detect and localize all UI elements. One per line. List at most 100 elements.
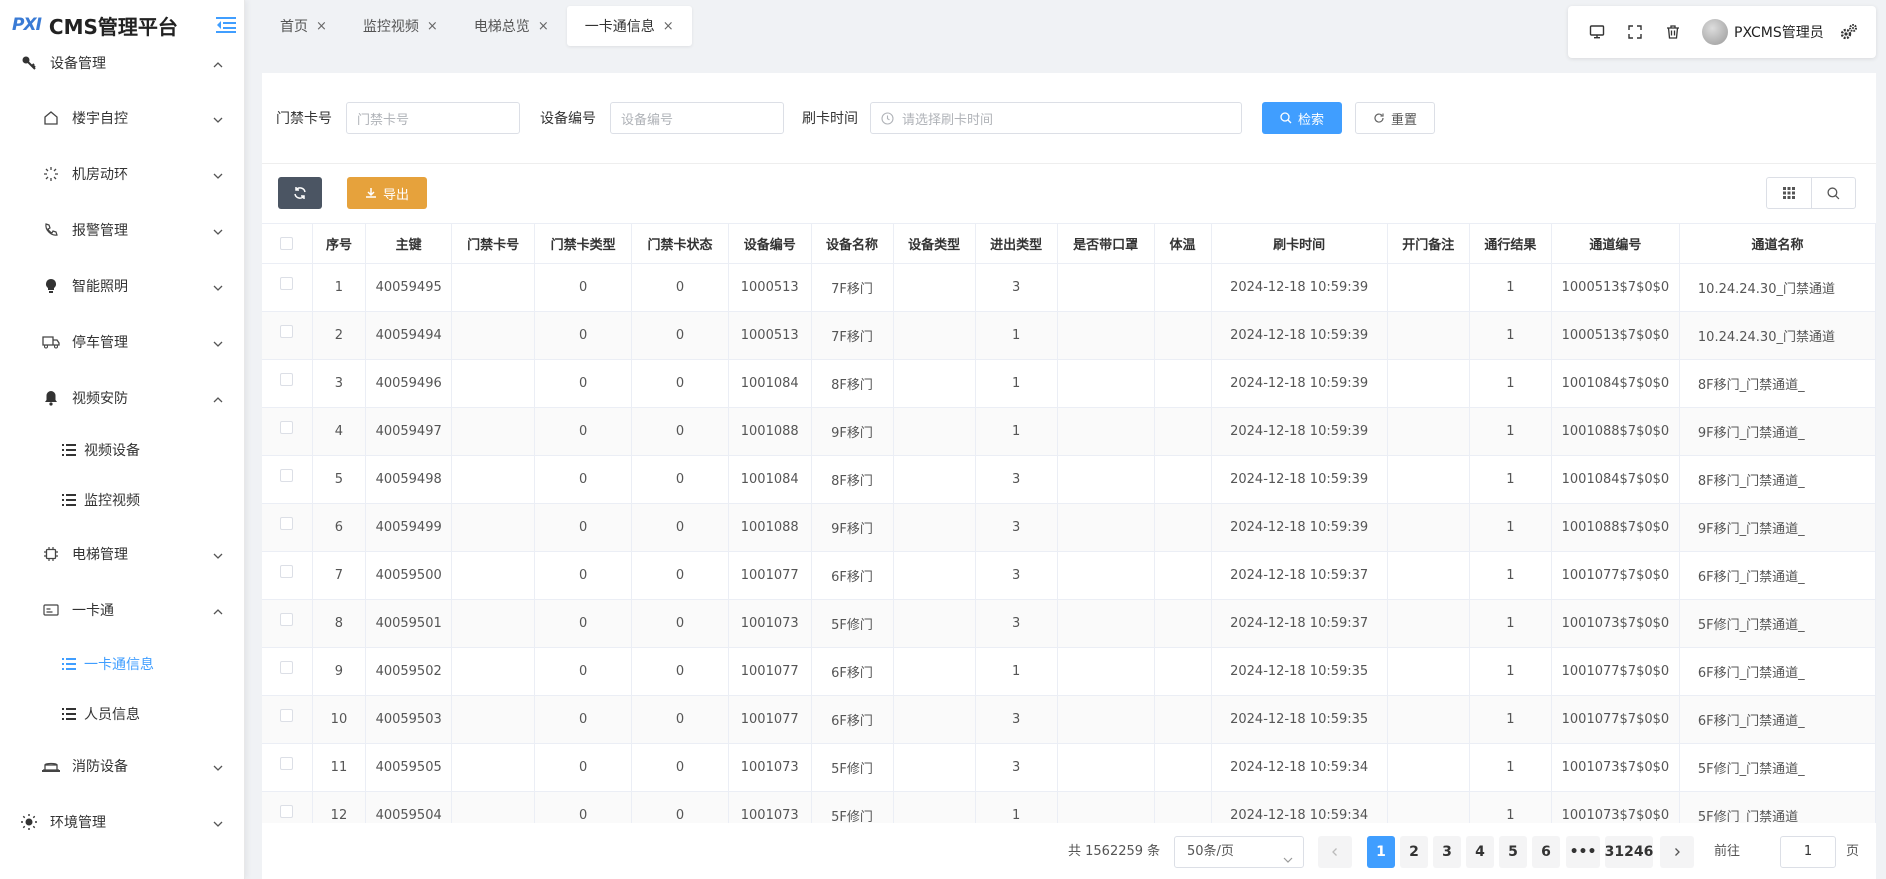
table-cell <box>1154 407 1212 456</box>
table-cell: 1 <box>1469 407 1552 456</box>
table-row[interactable]: 6 40059499 0 0 1001088 9F移门 3 2024-12-18 10:59:… <box>262 503 1876 552</box>
table-row[interactable]: 12 40059504 0 0 1001073 5F修门 1 2024-12-18 10:59… <box>262 791 1876 823</box>
close-icon[interactable]: × <box>663 19 674 34</box>
sidebar-item-6[interactable]: 视频安防 <box>0 380 244 416</box>
table-row[interactable]: 3 40059496 0 0 1001084 8F移门 1 2024-12-18 10:59:… <box>262 359 1876 408</box>
table-cell: 1001088 <box>728 407 812 456</box>
monitor-icon[interactable] <box>1586 21 1608 43</box>
sidebar-item-9[interactable]: 电梯管理 <box>0 536 244 572</box>
sidebar-item-8[interactable]: 监控视频 <box>0 484 244 516</box>
sidebar-item-7[interactable]: 视频设备 <box>0 434 244 466</box>
table-cell: 40059505 <box>365 743 453 792</box>
close-icon[interactable]: × <box>316 19 327 34</box>
table-cell <box>451 263 536 312</box>
table-cell: 0 <box>631 455 729 504</box>
avatar[interactable] <box>1702 19 1728 45</box>
table-row[interactable]: 11 40059505 0 0 1001073 5F修门 3 2024-12-18 10:59… <box>262 743 1876 792</box>
table-cell: 1 <box>1469 791 1552 823</box>
row-checkbox[interactable] <box>262 743 313 792</box>
collapse-menu-icon[interactable] <box>216 16 236 34</box>
table-cell: 0 <box>534 647 633 696</box>
page-button[interactable]: 5 <box>1499 836 1527 868</box>
sidebar-item-3[interactable]: 报警管理 <box>0 212 244 248</box>
search-toggle-icon[interactable] <box>1810 178 1855 208</box>
columns-icon[interactable] <box>1767 178 1811 208</box>
table-cell: 2024-12-18 10:59:34 <box>1211 743 1388 792</box>
refresh-button[interactable] <box>278 177 322 209</box>
table-row[interactable]: 5 40059498 0 0 1001084 8F移门 3 2024-12-18 10:59:… <box>262 455 1876 504</box>
time-picker[interactable]: 请选择刷卡时间 <box>870 102 1242 134</box>
sidebar-item-10[interactable]: 一卡通 <box>0 592 244 628</box>
user-name[interactable]: PXCMS管理员 <box>1734 22 1824 42</box>
next-page-button[interactable] <box>1660 836 1694 868</box>
table-cell: 40059501 <box>365 599 453 648</box>
row-checkbox[interactable] <box>262 599 313 648</box>
sidebar-item-4[interactable]: 智能照明 <box>0 268 244 304</box>
sidebar-item-12[interactable]: 人员信息 <box>0 698 244 730</box>
row-checkbox[interactable] <box>262 407 313 456</box>
search-button[interactable]: 检索 <box>1262 102 1342 134</box>
table-row[interactable]: 8 40059501 0 0 1001073 5F修门 3 2024-12-18 10:59:… <box>262 599 1876 648</box>
table-row[interactable]: 2 40059494 0 0 1000513 7F移门 1 2024-12-18 10:59:… <box>262 311 1876 360</box>
reset-button-label: 重置 <box>1390 112 1417 128</box>
prev-page-button[interactable] <box>1318 836 1352 868</box>
device-input[interactable]: 设备编号 <box>610 102 784 134</box>
table-row[interactable]: 4 40059497 0 0 1001088 9F移门 1 2024-12-18 10:59:… <box>262 407 1876 456</box>
close-icon[interactable]: × <box>538 19 549 34</box>
table-cell: 40059502 <box>365 647 453 696</box>
time-placeholder: 请选择刷卡时间 <box>902 112 994 128</box>
table-cell: 9F移门_门禁通道_ <box>1679 503 1876 552</box>
table-row[interactable]: 7 40059500 0 0 1001077 6F移门 3 2024-12-18 10:59:… <box>262 551 1876 600</box>
tab-1[interactable]: 监控视频 × <box>345 6 456 46</box>
close-icon[interactable]: × <box>427 19 438 34</box>
settings-icon[interactable] <box>1838 21 1860 43</box>
column-header: 设备名称 <box>811 223 894 264</box>
table-cell: 2024-12-18 10:59:39 <box>1211 455 1388 504</box>
table-row[interactable]: 9 40059502 0 0 1001077 6F移门 1 2024-12-18 10:59:… <box>262 647 1876 696</box>
cpu-icon <box>42 545 60 563</box>
page-button[interactable]: 3 <box>1433 836 1461 868</box>
page-button[interactable]: 2 <box>1400 836 1428 868</box>
last-page-button[interactable]: 31246 <box>1605 836 1653 868</box>
table-cell: 8F移门 <box>811 455 894 504</box>
tab-3[interactable]: 一卡通信息 × <box>566 6 692 46</box>
page-button[interactable]: 1 <box>1367 836 1395 868</box>
row-checkbox[interactable] <box>262 503 313 552</box>
row-checkbox[interactable] <box>262 263 313 312</box>
sidebar-item-1[interactable]: 楼宇自控 <box>0 100 244 136</box>
row-checkbox[interactable] <box>262 791 313 823</box>
trash-icon[interactable] <box>1662 21 1684 43</box>
table-cell: 1001088 <box>728 503 812 552</box>
column-header: 设备类型 <box>893 223 976 264</box>
sidebar-item-13[interactable]: 消防设备 <box>0 748 244 784</box>
table-row[interactable]: 1 40059495 0 0 1000513 7F移门 3 2024-12-18 10:59:… <box>262 263 1876 312</box>
sidebar-item-0[interactable]: 设备管理 <box>0 46 244 80</box>
row-checkbox[interactable] <box>262 551 313 600</box>
reset-button[interactable]: 重置 <box>1355 102 1435 134</box>
sidebar-item-14[interactable]: 环境管理 <box>0 804 244 840</box>
sidebar-item-5[interactable]: 停车管理 <box>0 324 244 360</box>
row-checkbox[interactable] <box>262 359 313 408</box>
tab-0[interactable]: 首页 × <box>262 6 345 46</box>
page-size-select[interactable]: 50条/页 <box>1174 836 1304 868</box>
page-button[interactable]: 6 <box>1532 836 1560 868</box>
tab-2[interactable]: 电梯总览 × <box>456 6 567 46</box>
table-row[interactable]: 10 40059503 0 0 1001077 6F移门 3 2024-12-18 10:59… <box>262 695 1876 744</box>
fullscreen-icon[interactable] <box>1624 21 1646 43</box>
sidebar-item-2[interactable]: 机房动环 <box>0 156 244 192</box>
table-cell: 0 <box>534 599 633 648</box>
table-cell: 3 <box>975 599 1058 648</box>
export-button[interactable]: 导出 <box>347 177 427 209</box>
row-checkbox[interactable] <box>262 647 313 696</box>
sidebar-item-11[interactable]: 一卡通信息 <box>0 648 244 680</box>
row-checkbox[interactable] <box>262 311 313 360</box>
page-button[interactable]: 4 <box>1466 836 1494 868</box>
sidebar-item-label: 消防设备 <box>72 759 128 775</box>
row-checkbox[interactable] <box>262 695 313 744</box>
select-all-checkbox[interactable] <box>262 223 313 264</box>
card-input[interactable]: 门禁卡号 <box>346 102 520 134</box>
goto-input[interactable]: 1 <box>1780 836 1836 868</box>
table-cell: 1001073$7$0$0 <box>1551 791 1680 823</box>
row-checkbox[interactable] <box>262 455 313 504</box>
ellipsis-button[interactable]: ••• <box>1566 836 1600 868</box>
